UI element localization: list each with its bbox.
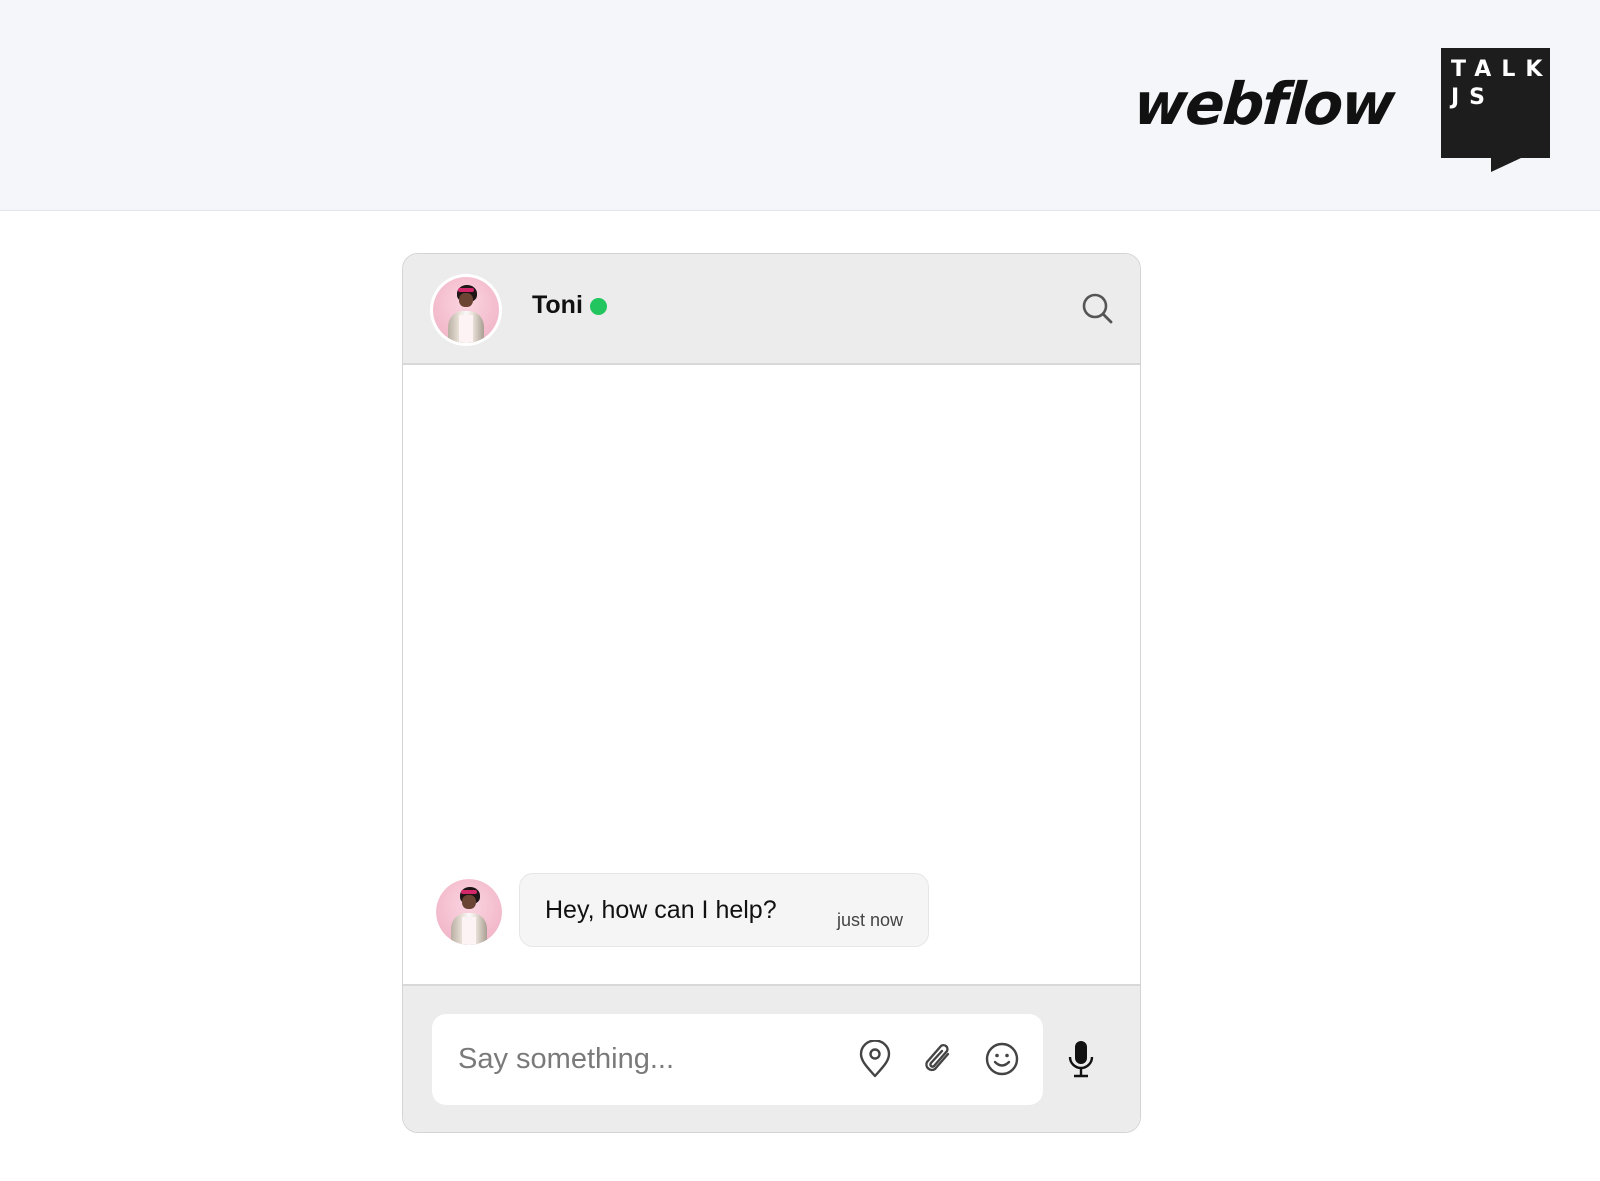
message-input-wrapper (432, 1014, 1043, 1105)
search-icon (1082, 293, 1113, 324)
emoji-icon (985, 1042, 1019, 1076)
message-list: Hey, how can I help? just now (403, 365, 1140, 985)
conversation-title: Toni (532, 291, 583, 319)
message-input[interactable] (432, 1014, 822, 1105)
message-sender-avatar[interactable] (436, 879, 502, 945)
talkjs-logo-line2: JS (1451, 85, 1496, 110)
paperclip-icon (925, 1043, 950, 1072)
location-pin-icon (859, 1040, 891, 1078)
message-composer (403, 984, 1140, 1132)
share-location-button[interactable] (857, 1040, 893, 1078)
chatbox: Toni Hey, how can I help? just now (402, 253, 1141, 1133)
top-banner: webflow TALK JS (0, 0, 1600, 211)
avatar-photo (436, 879, 502, 945)
header-avatar[interactable] (430, 274, 502, 346)
webflow-logo: webflow (1131, 70, 1396, 138)
microphone-icon (1068, 1041, 1094, 1078)
search-button[interactable] (1079, 290, 1115, 326)
emoji-picker-button[interactable] (984, 1041, 1020, 1077)
message-text: Hey, how can I help? (545, 896, 777, 924)
message-bubble: Hey, how can I help? just now (519, 873, 929, 947)
talkjs-logo-speech-tail (1491, 158, 1521, 172)
voice-message-button[interactable] (1063, 1038, 1099, 1080)
message-timestamp: just now (836, 910, 903, 930)
online-status-indicator (590, 298, 607, 315)
attach-file-button[interactable] (920, 1041, 956, 1077)
talkjs-logo-line1: TALK (1451, 57, 1553, 82)
avatar-photo (433, 277, 499, 343)
chat-header: Toni (403, 254, 1140, 365)
talkjs-logo: TALK JS (1441, 48, 1553, 172)
